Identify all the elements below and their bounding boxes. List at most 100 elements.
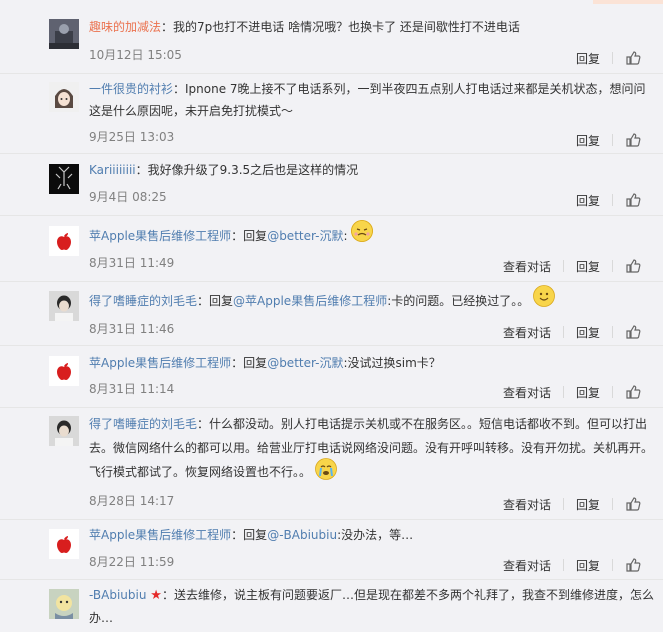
reply-button[interactable]: 回复	[576, 384, 600, 401]
avatar[interactable]	[49, 529, 79, 559]
comment-item: Kariiiiiiii：我好像升级了9.3.5之后也是这样的情况 9月4日 08…	[0, 154, 663, 216]
mention-link[interactable]: @苹Apple果售后维修工程师	[233, 294, 387, 308]
avatar[interactable]	[49, 164, 79, 194]
comment-body: ：回复	[231, 528, 268, 542]
comment-body: ：回复	[231, 229, 268, 243]
mention-link[interactable]: @better-沉默	[267, 356, 343, 370]
red-star-icon: ★	[150, 588, 162, 603]
view-conversation-button[interactable]: 查看对话	[503, 496, 551, 513]
comment-body: ：回复	[197, 294, 234, 308]
like-button[interactable]	[625, 192, 641, 208]
reply-button[interactable]: 回复	[576, 496, 600, 513]
comment-text: 得了嗜睡症的刘毛毛：回复@苹Apple果售后维修工程师:卡的问题。已经换过了。。	[89, 284, 654, 313]
comment-item: 一件很贵的衬衫：Ipnone 7晚上接不了电话系列，一到半夜四五点别人打电话过来…	[0, 74, 663, 154]
thumbs-up-icon	[626, 325, 641, 339]
thumbs-up-icon	[626, 193, 641, 207]
like-button[interactable]	[625, 324, 641, 340]
comment-text: 一件很贵的衬衫：Ipnone 7晚上接不了电话系列，一到半夜四五点别人打电话过来…	[89, 78, 654, 122]
comment-body-end: :	[343, 229, 348, 243]
username-link[interactable]: 得了嗜睡症的刘毛毛	[89, 294, 197, 308]
apple-logo-icon	[49, 529, 79, 559]
comment-text: 得了嗜睡症的刘毛毛：什么都没动。别人打电话提示关机或不在服务区。。短信电话都收不…	[89, 412, 654, 484]
comment-text: Kariiiiiiii：我好像升级了9.3.5之后也是这样的情况	[89, 159, 654, 181]
thumbs-up-icon	[626, 133, 641, 147]
mention-link[interactable]: @-BAbiubiu	[267, 528, 337, 542]
apple-logo-icon	[49, 356, 79, 386]
comment-actions: 查看对话 回复	[503, 496, 641, 512]
timestamp: 8月31日 11:46	[89, 322, 175, 336]
view-conversation-button[interactable]: 查看对话	[503, 557, 551, 574]
comment-actions: 查看对话 回复	[503, 258, 641, 274]
comment-body: ：我好像升级了9.3.5之后也是这样的情况	[135, 163, 359, 177]
divider	[562, 559, 564, 571]
like-button[interactable]	[625, 496, 641, 512]
reply-button[interactable]: 回复	[576, 192, 600, 209]
apple-logo-icon: ᅟ	[49, 226, 79, 256]
divider	[612, 134, 613, 146]
like-button[interactable]	[625, 132, 641, 148]
mention-link[interactable]: @better-沉默	[267, 229, 343, 243]
username-link[interactable]: -BAbiubiu	[89, 588, 146, 602]
reply-button[interactable]: 回复	[576, 324, 600, 341]
view-conversation-button[interactable]: 查看对话	[503, 258, 551, 275]
comment-actions: 回复	[576, 50, 641, 66]
view-conversation-button[interactable]: 查看对话	[503, 384, 551, 401]
username-link[interactable]: 趣味的加减法	[89, 20, 161, 34]
reply-button[interactable]: 回复	[576, 50, 600, 67]
divider	[612, 326, 613, 338]
avatar[interactable]	[49, 82, 79, 112]
username-link[interactable]: 苹Apple果售后维修工程师	[89, 229, 231, 243]
thumbs-up-icon	[626, 385, 641, 399]
like-button[interactable]	[625, 384, 641, 400]
comment-body: ：回复	[231, 356, 268, 370]
comment-actions: 查看对话 回复	[503, 557, 641, 573]
like-button[interactable]	[625, 557, 641, 573]
avatar[interactable]	[49, 416, 79, 446]
comment-item: 趣味的加减法：我的7p也打不进电话 啥情况哦？也换卡了 还是间歇性打不进电话 1…	[0, 0, 663, 74]
comment-body-end: :卡的问题。已经换过了。。	[387, 294, 530, 308]
timestamp: 8月31日 11:49	[89, 256, 175, 270]
comment-body: ：送去维修，说主板有问题要返厂…但是现在都差不多两个礼拜了，我查不到维修进度，怎…	[89, 588, 654, 625]
divider	[562, 498, 564, 510]
comment-body: ：Ipnone 7晚上接不了电话系列，一到半夜四五点别人打电话过来都是关机状态，…	[89, 82, 646, 118]
timestamp: 8月28日 14:17	[89, 494, 175, 508]
thumbs-up-icon	[626, 558, 641, 572]
comment-text: 趣味的加减法：我的7p也打不进电话 啥情况哦？也换卡了 还是间歇性打不进电话	[89, 16, 654, 38]
comment-text: 苹Apple果售后维修工程师：回复@-BAbiubiu:没办法，等…	[89, 524, 654, 546]
comment-item: -BAbiubiu ★：送去维修，说主板有问题要返厂…但是现在都差不多两个礼拜了…	[0, 580, 663, 632]
timestamp: 8月22日 11:59	[89, 555, 175, 569]
reply-button[interactable]: 回复	[576, 557, 600, 574]
comment-actions: 回复	[576, 192, 641, 208]
comment-actions: 查看对话 回复	[503, 324, 641, 340]
like-button[interactable]	[625, 258, 641, 274]
smiley-face-emoji-icon	[533, 284, 555, 307]
divider	[562, 260, 564, 272]
comment-item: 得了嗜睡症的刘毛毛：回复@苹Apple果售后维修工程师:卡的问题。已经换过了。。…	[0, 282, 663, 346]
avatar[interactable]	[49, 291, 79, 321]
reply-button[interactable]: 回复	[576, 132, 600, 149]
crying-face-emoji-icon	[314, 457, 337, 480]
comment-body-end: :没办法，等…	[337, 528, 414, 542]
avatar[interactable]	[49, 19, 79, 49]
view-conversation-button[interactable]: 查看对话	[503, 324, 551, 341]
reply-button[interactable]: 回复	[576, 258, 600, 275]
username-link[interactable]: Kariiiiiiii	[89, 163, 136, 177]
avatar[interactable]: ᅟ	[49, 226, 79, 256]
comment-body-end: :没试过换sim卡？	[343, 356, 441, 370]
comment-body: ：我的7p也打不进电话 啥情况哦？也换卡了 还是间歇性打不进电话	[161, 20, 520, 34]
like-button[interactable]	[625, 50, 641, 66]
username-link[interactable]: 一件很贵的衬衫	[89, 82, 173, 96]
divider	[612, 52, 613, 64]
avatar[interactable]	[49, 356, 79, 386]
username-link[interactable]: 苹Apple果售后维修工程师	[89, 528, 231, 542]
thumbs-up-icon	[626, 259, 641, 273]
username-link[interactable]: 得了嗜睡症的刘毛毛	[89, 417, 197, 431]
divider	[612, 260, 613, 272]
timestamp: 10月12日 15:05	[89, 48, 182, 62]
comment-text: 苹Apple果售后维修工程师：回复@better-沉默:	[89, 219, 654, 248]
username-link[interactable]: 苹Apple果售后维修工程师	[89, 356, 231, 370]
divider	[612, 194, 613, 206]
avatar[interactable]	[49, 589, 79, 619]
timestamp: 9月4日 08:25	[89, 190, 167, 204]
divider	[612, 559, 613, 571]
